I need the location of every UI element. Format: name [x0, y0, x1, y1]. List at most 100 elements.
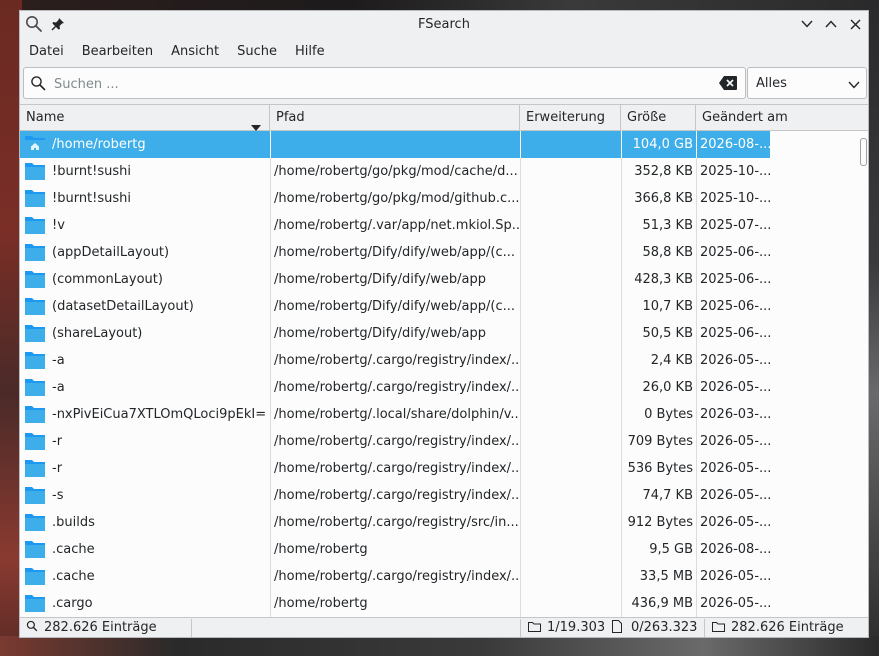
- cell-path: /home/robertg/.cargo/registry/index/...: [270, 482, 520, 509]
- cell-size: 536 Bytes: [621, 455, 696, 482]
- table-row[interactable]: !burnt!sushi/home/robertg/go/pkg/mod/git…: [20, 185, 770, 212]
- chevron-down-icon[interactable]: [797, 14, 817, 34]
- cell-path: /home/robertg/go/pkg/mod/cache/d...: [270, 158, 520, 185]
- cell-extension: [520, 563, 621, 590]
- cell-path: /home/robertg/Dify/dify/web/app: [270, 266, 520, 293]
- table-row[interactable]: (appDetailLayout) /home/robertg/Dify/dify…: [20, 239, 770, 266]
- cell-modified: 2025-10-...: [696, 158, 770, 185]
- table-row[interactable]: !v/home/robertg/.var/app/net.mkiol.Sp...…: [20, 212, 770, 239]
- cell-name: (datasetDetailLayout): [20, 293, 270, 320]
- cell-name-text: !burnt!sushi: [52, 164, 132, 179]
- table-row[interactable]: (shareLayout) /home/robertg/Dify/dify/web…: [20, 320, 770, 347]
- cell-name-text: -a: [52, 380, 65, 395]
- column-extension-label: Erweiterung: [526, 110, 605, 125]
- column-header-size[interactable]: Größe: [621, 105, 696, 131]
- cell-name-text: -nxPivEiCua7XTLOmQLoci9pEkI=: [52, 407, 267, 422]
- column-header-path[interactable]: Pfad: [270, 105, 520, 131]
- cell-size: 436,9 MB: [621, 590, 696, 617]
- cell-name: -nxPivEiCua7XTLOmQLoci9pEkI=: [20, 401, 270, 428]
- table-row[interactable]: .cache/home/robertg/.cargo/registry/inde…: [20, 563, 770, 590]
- cell-name-text: .cargo: [52, 596, 93, 611]
- cell-path: /home/robertg/Dify/dify/web/app/(c...: [270, 293, 520, 320]
- cell-extension: [520, 239, 621, 266]
- vertical-scrollbar[interactable]: [858, 131, 868, 618]
- search-box[interactable]: [23, 67, 746, 99]
- backspace-icon[interactable]: [719, 76, 737, 94]
- cell-extension: [520, 185, 621, 212]
- chevron-up-icon[interactable]: [821, 14, 841, 34]
- cell-extension: [520, 590, 621, 617]
- table-row[interactable]: -a/home/robertg/.cargo/registry/index/..…: [20, 347, 770, 374]
- cell-path: /home/robertg/Dify/dify/web/app/(c...: [270, 239, 520, 266]
- table-row[interactable]: .builds/home/robertg/.cargo/registry/src…: [20, 509, 770, 536]
- table-row[interactable]: -r/home/robertg/.cargo/registry/index/..…: [20, 455, 770, 482]
- cell-path: /home/robertg: [270, 590, 520, 617]
- cell-extension: [520, 320, 621, 347]
- filter-select[interactable]: Alles: [747, 67, 867, 99]
- cell-size: 2,4 KB: [621, 347, 696, 374]
- cell-modified: 2026-05-...: [696, 374, 770, 401]
- folder-icon: [24, 242, 46, 262]
- cell-name: .cargo: [20, 590, 270, 617]
- cell-name: !burnt!sushi: [20, 185, 270, 212]
- search-icon: [26, 618, 38, 637]
- table-row[interactable]: .cargo/home/robertg 436,9 MB 2026-05-...: [20, 590, 770, 617]
- table-row[interactable]: .cache/home/robertg 9,5 GB 2026-08-...: [20, 536, 770, 563]
- cell-name: (appDetailLayout): [20, 239, 270, 266]
- menu-ansicht[interactable]: Ansicht: [162, 39, 228, 65]
- table-row[interactable]: (commonLayout) /home/robertg/Dify/dify/we…: [20, 266, 770, 293]
- table-row[interactable]: -r/home/robertg/.cargo/registry/index/..…: [20, 428, 770, 455]
- scrollbar-thumb[interactable]: [860, 138, 867, 166]
- cell-modified: 2025-06-...: [696, 320, 770, 347]
- cell-size: 0 Bytes: [621, 401, 696, 428]
- cell-name-text: /home/robertg: [52, 137, 146, 152]
- folder-icon: [24, 539, 46, 559]
- window-title: FSearch: [418, 17, 470, 32]
- table-row[interactable]: !burnt!sushi/home/robertg/go/pkg/mod/cac…: [20, 158, 770, 185]
- menu-hilfe[interactable]: Hilfe: [286, 39, 334, 65]
- cell-name: !burnt!sushi: [20, 158, 270, 185]
- cell-size: 709 Bytes: [621, 428, 696, 455]
- cell-name: /home/robertg: [20, 131, 270, 158]
- cell-name-text: -a: [52, 353, 65, 368]
- cell-name-text: !burnt!sushi: [52, 191, 132, 206]
- menu-datei[interactable]: Datei: [20, 39, 73, 65]
- cell-path: /home/robertg/.local/share/dolphin/v...: [270, 401, 520, 428]
- folder-icon: [24, 458, 46, 478]
- status-bar: 282.626 Einträge 1/19.303 0/263.323 282.…: [20, 617, 868, 637]
- cell-modified: 2026-05-...: [696, 563, 770, 590]
- column-size-label: Größe: [627, 110, 667, 125]
- menu-bearbeiten[interactable]: Bearbeiten: [73, 39, 162, 65]
- cell-name-text: -s: [52, 488, 64, 503]
- folder-icon: [24, 566, 46, 586]
- filter-selected-value: Alles: [756, 76, 787, 91]
- search-input[interactable]: [52, 74, 716, 94]
- cell-extension: [520, 401, 621, 428]
- cell-size: 50,5 KB: [621, 320, 696, 347]
- table-row[interactable]: -s/home/robertg/.cargo/registry/index/..…: [20, 482, 770, 509]
- cell-path: [270, 131, 520, 158]
- folder-icon: [24, 404, 46, 424]
- column-header-modified[interactable]: Geändert am: [696, 105, 868, 131]
- column-header-extension[interactable]: Erweiterung: [520, 105, 621, 131]
- table-row[interactable]: /home/robertg 104,0 GB 2026-08-...: [20, 131, 770, 158]
- folder-icon: [24, 269, 46, 289]
- cell-name-text: (shareLayout): [52, 326, 143, 341]
- menu-suche[interactable]: Suche: [228, 39, 286, 65]
- cell-modified: 2025-07-...: [696, 212, 770, 239]
- cell-path: /home/robertg/.cargo/registry/index/...: [270, 563, 520, 590]
- table-row[interactable]: -nxPivEiCua7XTLOmQLoci9pEkI=/home/robert…: [20, 401, 770, 428]
- cell-size: 51,3 KB: [621, 212, 696, 239]
- file-icon: [612, 618, 622, 637]
- title-bar[interactable]: FSearch: [20, 11, 868, 37]
- column-header-name[interactable]: Name: [20, 105, 270, 131]
- status-files-selected: 0/263.323: [631, 620, 698, 635]
- cell-size: 58,8 KB: [621, 239, 696, 266]
- cell-size: 428,3 KB: [621, 266, 696, 293]
- cell-size: 104,0 GB: [621, 131, 696, 158]
- cell-modified: 2026-08-...: [696, 536, 770, 563]
- table-row[interactable]: -a/home/robertg/.cargo/registry/index/..…: [20, 374, 770, 401]
- table-row[interactable]: (datasetDetailLayout) /home/robertg/Dify/…: [20, 293, 770, 320]
- cell-extension: [520, 347, 621, 374]
- close-icon[interactable]: [845, 14, 865, 34]
